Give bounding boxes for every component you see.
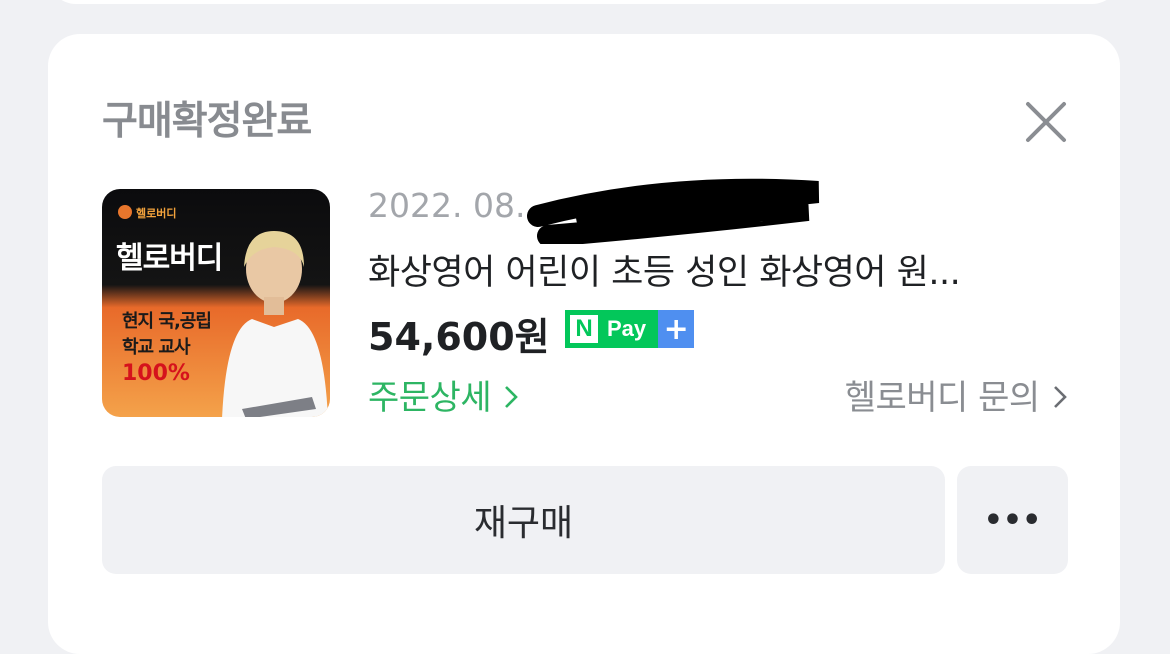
- npay-badge: N Pay +: [565, 310, 695, 348]
- product-name[interactable]: 화상영어 어린이 초등 성인 화상영어 원...: [368, 244, 1058, 295]
- chevron-right-icon: [1054, 386, 1067, 408]
- previous-card-bottom: [48, 0, 1120, 4]
- naver-n-icon: N: [570, 315, 598, 343]
- thumbnail-logo-text: 헬로버디: [136, 207, 177, 220]
- plus-icon: +: [658, 310, 695, 348]
- redaction-scribble: [527, 178, 820, 244]
- close-button[interactable]: [1024, 100, 1068, 144]
- product-price: 54,600원: [368, 315, 550, 359]
- chevron-right-icon: [505, 386, 519, 408]
- thumbnail-caption-2: 학교 교사: [122, 337, 191, 358]
- close-icon: [1026, 102, 1066, 142]
- order-detail-link[interactable]: 주문상세: [368, 370, 519, 419]
- thumbnail-brand: 헬로버디: [116, 241, 223, 276]
- rebuy-button[interactable]: 재구매: [102, 466, 945, 574]
- seller-inquiry-label: 헬로버디 문의: [844, 378, 1041, 418]
- more-options-button[interactable]: •••: [957, 466, 1068, 574]
- brand-logo-icon: [118, 205, 132, 219]
- teacher-photo: [222, 231, 328, 417]
- order-status-title: 구매확정완료: [102, 99, 312, 144]
- order-detail-label: 주문상세: [368, 378, 492, 418]
- order-date: 2022. 08.: [368, 186, 526, 225]
- npay-label: Pay: [607, 316, 647, 341]
- thumbnail-percent: 100%: [122, 361, 190, 386]
- thumbnail-caption-1: 현지 국,공립: [122, 311, 212, 332]
- order-card: 구매확정완료 헬로버디 헬로버디 현지 국,공립 학교 교사 100% 2022…: [48, 34, 1120, 654]
- product-thumbnail[interactable]: 헬로버디 헬로버디 현지 국,공립 학교 교사 100%: [102, 189, 330, 417]
- seller-inquiry-link[interactable]: 헬로버디 문의: [845, 370, 1068, 419]
